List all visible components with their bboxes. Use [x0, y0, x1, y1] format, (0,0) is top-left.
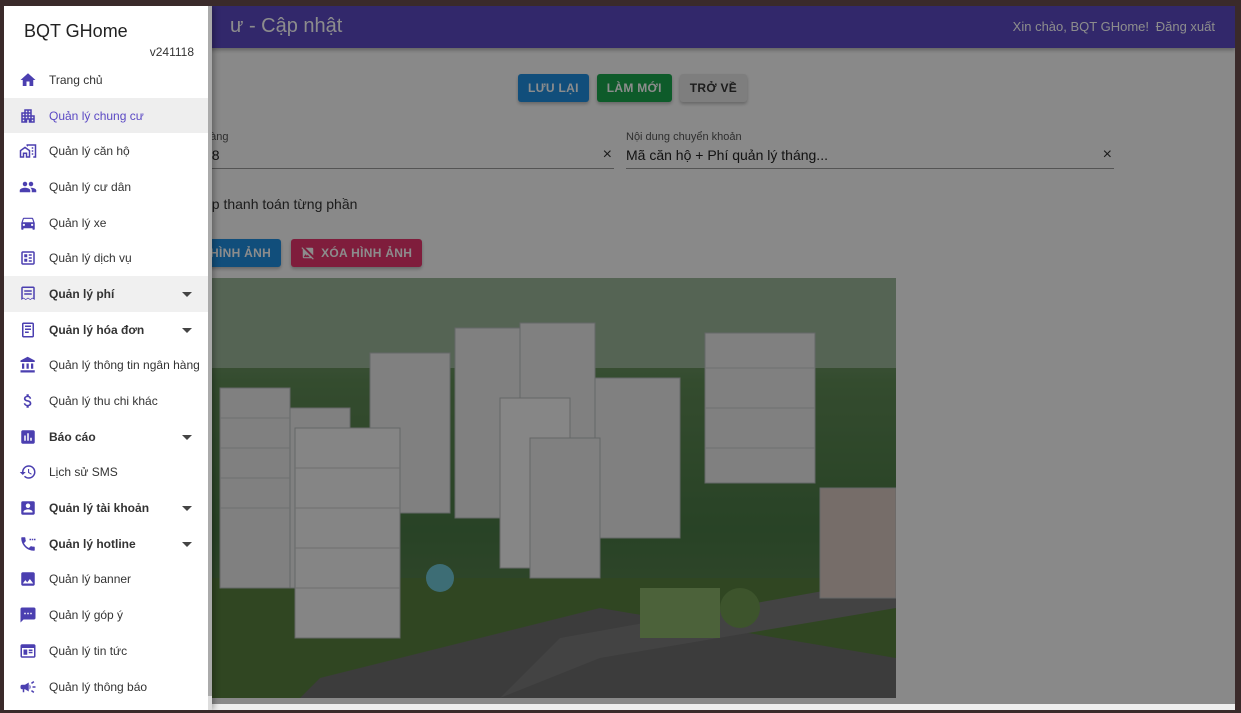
report-icon [18, 427, 38, 447]
phone-icon [18, 534, 38, 554]
menu-item-invoices[interactable]: Quản lý hóa đơn [4, 311, 208, 348]
menu-item-label: Lịch sử SMS [49, 465, 118, 480]
menu-item-accounts[interactable]: Quản lý tài khoản [4, 490, 208, 526]
home-icon [18, 70, 38, 90]
menu-item-buildings[interactable]: Quản lý chung cư [4, 97, 208, 134]
menu-item-label: Quản lý hóa đơn [49, 322, 145, 337]
menu-item-label: Quản lý tin tức [49, 643, 128, 658]
history-icon [18, 462, 38, 482]
menu-item-home[interactable]: Trang chủ [4, 62, 208, 98]
menu-item-banners[interactable]: Quản lý banner [4, 562, 208, 598]
menu-item-label: Báo cáo [49, 429, 96, 444]
menu-item-label: Quản lý căn hộ [49, 144, 130, 159]
brand-name: BQT GHome [24, 21, 128, 41]
car-icon [18, 213, 38, 233]
menu-item-residents[interactable]: Quản lý cư dân [4, 169, 208, 205]
apartment-icon [18, 141, 38, 161]
menu-item-apartments[interactable]: Quản lý căn hộ [4, 133, 208, 169]
dollar-icon [18, 391, 38, 411]
drawer-scrollbar-thumb[interactable] [208, 6, 212, 696]
menu-item-label: Quản lý banner [49, 572, 132, 587]
menu-item-label: Quản lý góp ý [49, 608, 124, 623]
menu-item-label: Quản lý cư dân [49, 179, 132, 194]
menu-item-label: Quản lý dịch vụ [49, 251, 132, 266]
news-icon [18, 641, 38, 661]
version-label: v241118 [149, 45, 194, 59]
chevron-down-icon[interactable] [182, 434, 192, 440]
feedback-icon [18, 605, 38, 625]
menu-item-vehicles[interactable]: Quản lý xe [4, 205, 208, 241]
menu-item-fees[interactable]: Quản lý phí [4, 276, 208, 312]
menu-item-hotline[interactable]: Quản lý hotline [4, 525, 208, 562]
menu-item-bank-info[interactable]: Quản lý thông tin ngân hàng [4, 348, 208, 384]
menu-item-news[interactable]: Quản lý tin tức [4, 633, 208, 669]
menu-item-other-finance[interactable]: Quản lý thu chi khác [4, 383, 208, 419]
services-icon [18, 248, 38, 268]
people-icon [18, 177, 38, 197]
menu-item-label: Quản lý hotline [49, 536, 136, 551]
menu-item-label: Quản lý thông báo [49, 679, 148, 694]
chevron-down-icon[interactable] [182, 327, 192, 333]
menu-item-label: Quản lý tài khoản [49, 501, 150, 516]
chevron-down-icon[interactable] [182, 506, 192, 512]
menu-item-sms-history[interactable]: Lịch sử SMS [4, 455, 208, 491]
menu-item-label: Quản lý chung cư [49, 108, 144, 123]
menu-item-feedback[interactable]: Quản lý góp ý [4, 597, 208, 633]
account-icon [18, 498, 38, 518]
receipt-icon [18, 284, 38, 304]
drawer-menu: Trang chủ Quản lý chung cư Quản lý căn h… [4, 62, 208, 704]
app-window: ư - Cập nhật Xin chào, BQT GHome! Đăng x… [4, 6, 1235, 710]
chevron-down-icon[interactable] [182, 291, 192, 297]
bank-icon [18, 355, 38, 375]
menu-item-label: Quản lý thu chi khác [49, 394, 158, 409]
megaphone-icon [18, 677, 38, 697]
menu-item-label: Trang chủ [49, 72, 103, 87]
image-icon [18, 569, 38, 589]
menu-item-services[interactable]: Quản lý dịch vụ [4, 240, 208, 276]
building-icon [18, 106, 38, 126]
menu-item-reports[interactable]: Báo cáo [4, 418, 208, 455]
navigation-drawer: BQT GHome v241118 Trang chủ Quản lý chun… [4, 6, 212, 710]
menu-item-label: Quản lý phí [49, 286, 115, 301]
invoice-icon [18, 320, 38, 340]
horizontal-scrollbar[interactable] [212, 704, 1235, 710]
chevron-down-icon[interactable] [182, 541, 192, 547]
menu-item-label: Quản lý thông tin ngân hàng [49, 358, 200, 373]
menu-item-notifications[interactable]: Quản lý thông báo [4, 669, 208, 705]
menu-item-label: Quản lý xe [49, 215, 107, 230]
